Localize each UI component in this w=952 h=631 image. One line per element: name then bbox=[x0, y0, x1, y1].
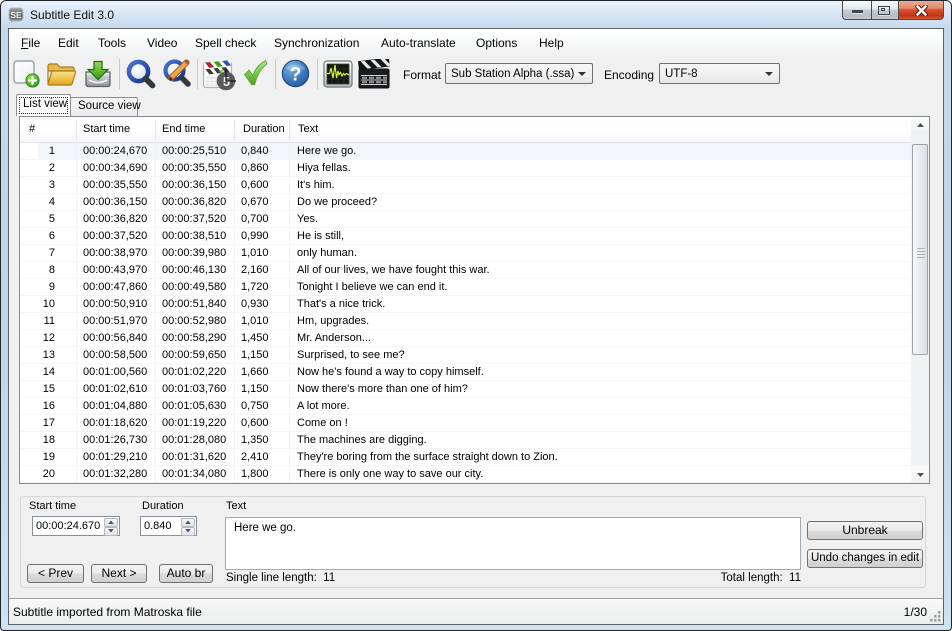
svg-text:?: ? bbox=[290, 65, 302, 86]
svg-text:SE: SE bbox=[10, 10, 22, 20]
